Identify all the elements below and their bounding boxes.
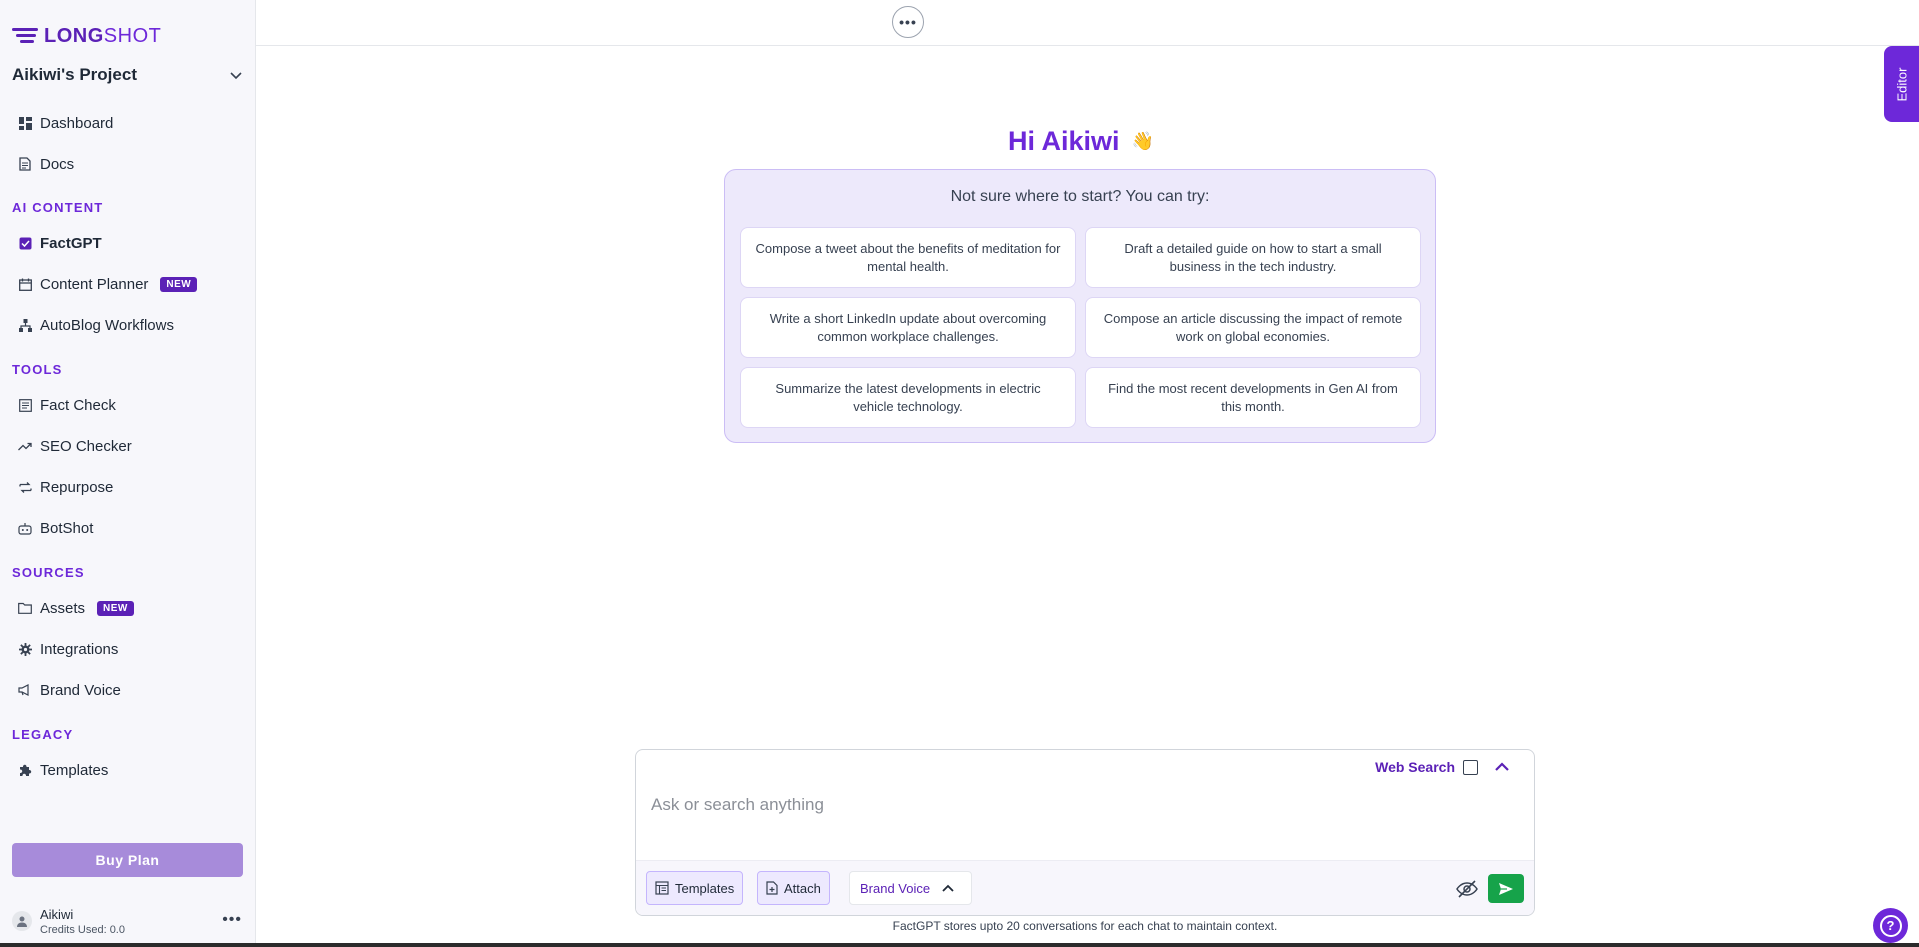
sidebar-item-docs[interactable]: Docs — [12, 148, 244, 180]
sidebar-item-fact-check[interactable]: Fact Check — [12, 389, 244, 421]
sidebar-item-label: Integrations — [40, 640, 119, 658]
gear-icon — [18, 642, 32, 656]
suggestion-card[interactable]: Compose an article discussing the impact… — [1085, 297, 1421, 358]
suggestion-card[interactable]: Summarize the latest developments in ele… — [740, 367, 1076, 428]
megaphone-icon — [18, 683, 32, 697]
user-profile[interactable]: Aikiwi Credits Used: 0.0 ••• — [12, 903, 244, 939]
help-button[interactable]: ? — [1873, 908, 1908, 943]
sidebar-item-dashboard[interactable]: Dashboard — [12, 107, 244, 139]
trending-icon — [18, 439, 32, 453]
sidebar-item-botshot[interactable]: BotShot — [12, 512, 244, 544]
templates-icon — [655, 881, 669, 895]
sidebar-item-factgpt[interactable]: FactGPT — [12, 227, 244, 259]
sidebar-item-label: Brand Voice — [40, 681, 121, 699]
prompt-input[interactable] — [651, 790, 1511, 820]
send-button[interactable] — [1488, 874, 1524, 903]
chat-composer: Web Search Templates Attach Brand Voice — [635, 749, 1535, 916]
web-search-checkbox[interactable] — [1463, 759, 1478, 775]
composer-toolbar: Templates Attach Brand Voice — [636, 860, 1534, 915]
sidebar-item-label: FactGPT — [40, 234, 102, 252]
sidebar-item-content-planner[interactable]: Content Planner NEW — [12, 268, 244, 300]
suggestion-card[interactable]: Compose a tweet about the benefits of me… — [740, 227, 1076, 288]
project-selector[interactable]: Aikiwi's Project — [12, 62, 244, 88]
factgpt-icon — [18, 236, 32, 250]
section-label-tools: TOOLS — [12, 362, 63, 377]
sidebar-item-label: Docs — [40, 155, 75, 173]
editor-tab[interactable]: Editor — [1884, 46, 1919, 122]
suggestion-card[interactable]: Write a short LinkedIn update about over… — [740, 297, 1076, 358]
sidebar-item-assets[interactable]: Assets NEW — [12, 592, 244, 624]
eye-off-icon[interactable] — [1456, 879, 1478, 899]
section-label-sources: SOURCES — [12, 565, 85, 580]
section-label-ai-content: AI CONTENT — [12, 200, 104, 215]
chevron-down-icon — [230, 72, 242, 80]
dashboard-icon — [18, 116, 32, 130]
sidebar-item-integrations[interactable]: Integrations — [12, 633, 244, 665]
suggestions-title: Not sure where to start? You can try: — [950, 188, 1210, 205]
question-mark-icon: ? — [1879, 914, 1902, 937]
bot-icon — [18, 521, 32, 535]
web-search-label: Web Search — [1375, 759, 1455, 775]
docs-icon — [18, 157, 32, 171]
sidebar-item-label: Templates — [40, 761, 109, 779]
more-menu-button[interactable]: ••• — [892, 6, 924, 38]
editor-tab-label: Editor — [1894, 67, 1909, 101]
web-search-toggle[interactable]: Web Search — [1375, 759, 1478, 775]
project-name: Aikiwi's Project — [12, 65, 137, 84]
chevron-up-icon — [942, 884, 954, 892]
attach-file-icon — [766, 881, 778, 895]
templates-button[interactable]: Templates — [646, 871, 744, 905]
greeting-text: Hi Aikiwi — [1008, 126, 1120, 156]
sidebar-item-label: AutoBlog Workflows — [40, 316, 174, 334]
top-bar: ••• — [256, 0, 1919, 46]
sidebar-item-label: BotShot — [40, 519, 94, 537]
suggestions-panel: Not sure where to start? You can try: Co… — [724, 169, 1436, 443]
sidebar-item-label: Assets — [40, 599, 86, 617]
sidebar-item-label: Content Planner — [40, 275, 149, 293]
buy-plan-button[interactable]: Buy Plan — [12, 843, 243, 877]
user-name: Aikiwi — [40, 906, 74, 922]
bottom-strip — [0, 943, 1919, 947]
repurpose-icon — [18, 480, 32, 494]
attach-label: Attach — [784, 880, 821, 896]
sidebar-item-label: Dashboard — [40, 114, 114, 132]
folder-icon — [18, 601, 32, 615]
logo-text: LONGSHOT — [44, 24, 162, 47]
conversation-limit-note: FactGPT stores upto 20 conversations for… — [892, 919, 1278, 933]
templates-label: Templates — [675, 880, 735, 896]
sidebar-item-label: SEO Checker — [40, 437, 132, 455]
new-badge: NEW — [160, 276, 198, 292]
user-avatar-icon — [12, 911, 32, 931]
brand-voice-label: Brand Voice — [860, 880, 931, 896]
suggestion-card[interactable]: Find the most recent developments in Gen… — [1085, 367, 1421, 428]
waving-hand-icon: 👋 — [1131, 131, 1154, 151]
chevron-up-icon[interactable] — [1492, 757, 1512, 777]
workflow-icon — [18, 318, 32, 332]
fact-check-icon — [18, 398, 32, 412]
longshot-logo[interactable]: LONGSHOT — [12, 22, 161, 50]
more-options-icon[interactable]: ••• — [222, 911, 242, 929]
calendar-icon — [18, 277, 32, 291]
sidebar-item-templates[interactable]: Templates — [12, 754, 244, 786]
greeting: Hi Aikiwi 👋 — [1008, 126, 1154, 157]
sidebar-item-seo-checker[interactable]: SEO Checker — [12, 430, 244, 462]
sidebar: LONGSHOT Aikiwi's Project Dashboard Docs… — [0, 0, 256, 947]
section-label-legacy: LEGACY — [12, 727, 74, 742]
puzzle-icon — [18, 763, 32, 777]
suggestion-card[interactable]: Draft a detailed guide on how to start a… — [1085, 227, 1421, 288]
credits-used: Credits Used: 0.0 — [40, 923, 125, 936]
attach-button[interactable]: Attach — [757, 871, 830, 905]
sidebar-item-repurpose[interactable]: Repurpose — [12, 471, 244, 503]
send-icon — [1499, 882, 1513, 895]
sidebar-item-autoblog-workflows[interactable]: AutoBlog Workflows — [12, 309, 244, 341]
brand-voice-select[interactable]: Brand Voice — [849, 871, 972, 905]
sidebar-item-brand-voice[interactable]: Brand Voice — [12, 674, 244, 706]
new-badge: NEW — [97, 600, 134, 616]
sidebar-item-label: Fact Check — [40, 396, 116, 414]
logo-lines-icon — [12, 25, 38, 47]
sidebar-item-label: Repurpose — [40, 478, 114, 496]
